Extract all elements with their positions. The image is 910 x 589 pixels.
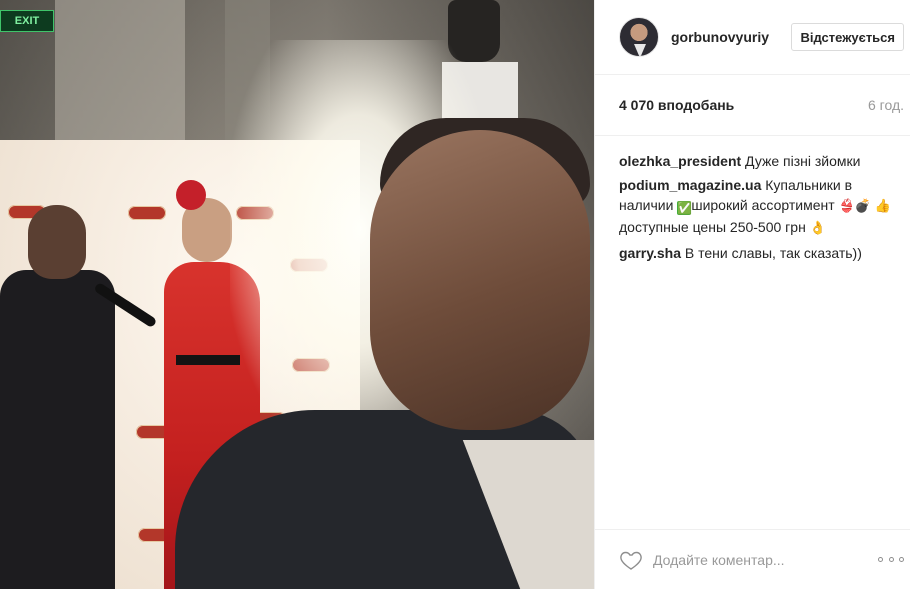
dot-icon — [888, 557, 894, 562]
instagram-post: EXIT gorbunovyuriy Відстежується 4 070 в… — [0, 0, 910, 589]
exit-sign: EXIT — [0, 10, 54, 32]
comment-text: В тени славы, так сказать)) — [684, 245, 862, 261]
more-options-icon[interactable] — [878, 548, 904, 572]
comment-item: garry.sha В тени славы, так сказать)) — [619, 243, 900, 263]
comments-list: olezhka_president Дуже пізні зйомки podi… — [595, 136, 910, 529]
post-header: gorbunovyuriy Відстежується — [595, 0, 910, 75]
comment-input[interactable] — [653, 551, 878, 568]
comment-author-link[interactable]: garry.sha — [619, 245, 681, 261]
post-side-panel: gorbunovyuriy Відстежується 4 070 вподоб… — [594, 0, 910, 589]
following-button[interactable]: Відстежується — [791, 23, 904, 51]
photo-person-left — [0, 270, 115, 589]
photo-window — [55, 0, 185, 150]
post-stats: 4 070 вподобань 6 год. — [595, 75, 910, 136]
photo-selfie-face — [370, 130, 590, 430]
heart-icon[interactable] — [619, 548, 643, 572]
comment-author-link[interactable]: olezhka_president — [619, 153, 741, 169]
post-photo[interactable]: EXIT — [0, 0, 594, 589]
comment-item: olezhka_president Дуже пізні зйомки — [619, 151, 900, 171]
dot-icon — [878, 557, 883, 562]
likes-count[interactable]: 4 070 вподобань — [619, 97, 734, 113]
ok-hand-emoji: 👌 — [809, 221, 826, 236]
comment-text: доступные цены 250-500 грн — [619, 219, 806, 235]
username-link[interactable]: gorbunovyuriy — [671, 29, 791, 45]
post-timestamp[interactable]: 6 год. — [868, 97, 904, 113]
banner-logo — [128, 206, 166, 220]
photo-red-hat — [176, 180, 206, 210]
photo-person-left-head — [28, 205, 86, 279]
swimsuit-bomb-emoji: 👙💣 — [838, 199, 871, 214]
thumbs-up-emoji: 👍 — [874, 199, 891, 214]
dot-icon — [899, 557, 904, 562]
check-mark-emoji: ✅ — [677, 201, 693, 215]
comment-item: podium_magazine.ua Купальники в наличии … — [619, 175, 900, 239]
comment-author-link[interactable]: podium_magazine.ua — [619, 177, 761, 193]
avatar[interactable] — [619, 17, 659, 57]
comment-text: широкий ассортимент — [691, 197, 835, 213]
post-footer — [595, 529, 910, 589]
comment-text: Дуже пізні зйомки — [745, 153, 861, 169]
